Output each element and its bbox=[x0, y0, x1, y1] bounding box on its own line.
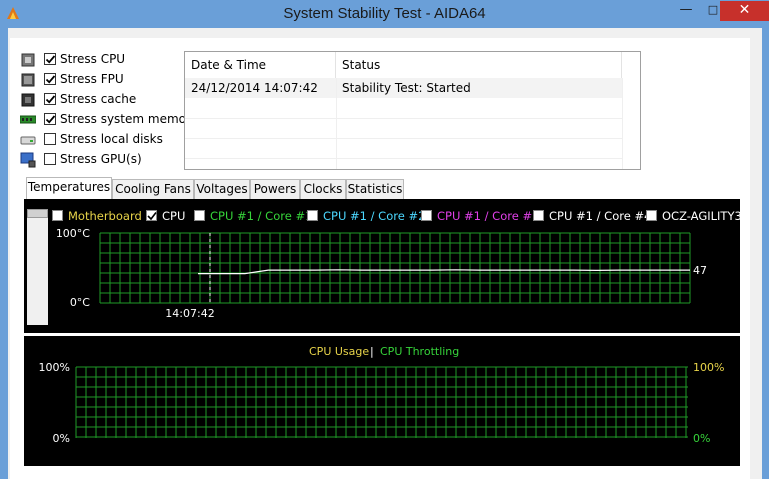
cpu-throttling-title: CPU Throttling bbox=[380, 345, 459, 358]
stress-disks-checkbox[interactable] bbox=[44, 133, 56, 145]
row-divider bbox=[185, 118, 622, 119]
stress-cpu-label: Stress CPU bbox=[60, 52, 126, 66]
row-divider bbox=[185, 158, 622, 159]
cpu-usage-grid bbox=[75, 366, 688, 438]
temp-axis-max-label: 100°C bbox=[56, 227, 90, 240]
cpu-right-axis-min-label: 0% bbox=[693, 432, 710, 445]
tab-powers[interactable]: Powers bbox=[250, 179, 300, 199]
checkmark-icon bbox=[45, 95, 56, 104]
gpu-monitor-icon bbox=[20, 152, 36, 168]
stress-fpu-checkbox[interactable] bbox=[44, 73, 56, 85]
tab-voltages[interactable]: Voltages bbox=[194, 179, 250, 199]
stress-memory-label: Stress system memory bbox=[60, 112, 199, 126]
tab-statistics[interactable]: Statistics bbox=[346, 179, 404, 199]
cpu-chip-icon bbox=[21, 53, 35, 67]
table-row[interactable]: 24/12/2014 14:07:42 Stability Test: Star… bbox=[185, 78, 622, 98]
test-start-time-label: 14:07:42 bbox=[165, 307, 214, 320]
stress-gpu-label: Stress GPU(s) bbox=[60, 152, 142, 166]
row-status: Stability Test: Started bbox=[342, 81, 471, 95]
cpu-usage-title: CPU Usage bbox=[309, 345, 369, 358]
row-datetime: 24/12/2014 14:07:42 bbox=[191, 81, 318, 95]
close-icon: ✕ bbox=[738, 2, 751, 18]
row-divider bbox=[185, 138, 622, 139]
cpu-temperature-value-label: 47 bbox=[693, 264, 707, 277]
minimize-icon: — bbox=[679, 2, 693, 17]
column-header-status[interactable]: Status bbox=[336, 52, 622, 78]
minimize-button[interactable]: — bbox=[672, 1, 700, 21]
maximize-icon: □ bbox=[707, 3, 719, 16]
stress-memory-checkbox[interactable] bbox=[44, 113, 56, 125]
disk-drive-icon bbox=[20, 136, 36, 145]
temperature-grid bbox=[99, 232, 691, 304]
close-button[interactable]: ✕ bbox=[720, 1, 769, 21]
column-header-datetime[interactable]: Date & Time bbox=[185, 52, 336, 78]
checkmark-icon bbox=[45, 115, 56, 124]
temperature-graph: 100°C 0°C 14:07:42 47 bbox=[56, 227, 707, 320]
tab-cooling-fans[interactable]: Cooling Fans bbox=[112, 179, 194, 199]
stress-disks-label: Stress local disks bbox=[60, 132, 163, 146]
temp-axis-min-label: 0°C bbox=[70, 296, 90, 309]
stress-gpu-checkbox[interactable] bbox=[44, 153, 56, 165]
window-title: System Stability Test - AIDA64 bbox=[283, 5, 486, 22]
fpu-chip-icon bbox=[21, 73, 35, 87]
memory-module-icon bbox=[20, 115, 36, 124]
tab-temperatures[interactable]: Temperatures bbox=[26, 177, 112, 200]
checkmark-icon bbox=[45, 75, 56, 84]
stress-fpu-label: Stress FPU bbox=[60, 72, 124, 86]
tab-clocks[interactable]: Clocks bbox=[300, 179, 346, 199]
cpu-left-axis-max-label: 100% bbox=[39, 361, 70, 374]
log-list[interactable]: Date & Time Status 24/12/2014 14:07:42 S… bbox=[184, 51, 641, 170]
stress-cpu-checkbox[interactable] bbox=[44, 53, 56, 65]
title-separator: | bbox=[370, 345, 374, 358]
cpu-right-axis-max-label: 100% bbox=[693, 361, 724, 374]
cache-chip-icon bbox=[21, 93, 35, 107]
checkmark-icon bbox=[45, 55, 56, 64]
stress-cache-checkbox[interactable] bbox=[44, 93, 56, 105]
column-divider bbox=[622, 78, 623, 169]
column-divider bbox=[336, 78, 337, 169]
cpu-usage-graph: CPU Usage | CPU Throttling 100% 0% 100% … bbox=[39, 345, 725, 445]
stress-cache-label: Stress cache bbox=[60, 92, 137, 106]
cpu-left-axis-min-label: 0% bbox=[53, 432, 70, 445]
